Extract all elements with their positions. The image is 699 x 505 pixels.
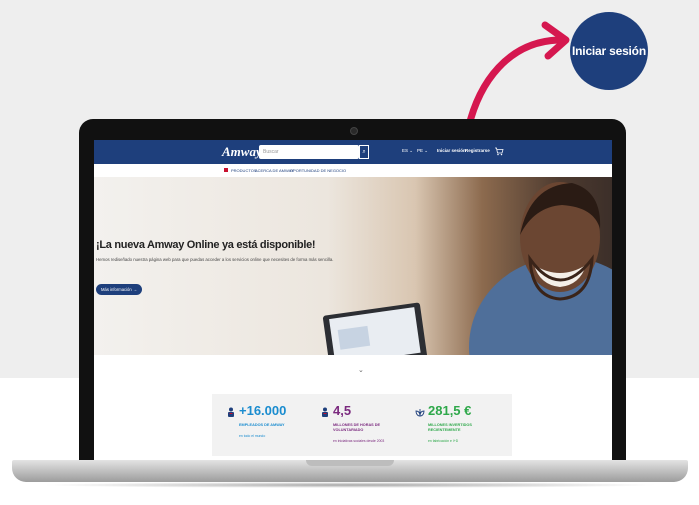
camera-icon bbox=[350, 127, 358, 135]
stat-value-volunteer: 4,5 bbox=[333, 403, 352, 418]
sub-navigation: PRODUCTOS ACERCA DE AMWAY OPORTUNIDAD DE… bbox=[94, 164, 612, 178]
stat-value-employees: +16.000 bbox=[239, 403, 287, 418]
stat-value-investment: 281,5 € bbox=[428, 403, 472, 418]
chevron-down-icon[interactable]: ⌄ bbox=[358, 366, 364, 374]
subnav-item-business[interactable]: OPORTUNIDAD DE NEGOCIO bbox=[290, 168, 346, 173]
stat-label-employees: EMPLEADOS DE AMWAY bbox=[239, 423, 285, 427]
hero-title: ¡La nueva Amway Online ya está disponibl… bbox=[96, 239, 316, 251]
laptop-shadow bbox=[40, 482, 660, 488]
login-link[interactable]: Iniciar sesión bbox=[437, 148, 466, 153]
hero-banner: ¡La nueva Amway Online ya está disponibl… bbox=[94, 177, 612, 355]
country-label: PE bbox=[417, 148, 424, 153]
people-icon bbox=[228, 407, 234, 417]
site-header: Amway Buscar ⌕ ES ⌄ PE ⌄ Iniciar sesión … bbox=[94, 140, 612, 164]
search-input[interactable]: Buscar bbox=[259, 145, 359, 159]
stats-panel: +16.000 EMPLEADOS DE AMWAY en todo el mu… bbox=[212, 394, 512, 456]
laptop-notch bbox=[306, 460, 394, 466]
hero-subtitle: Hemos rediseñado nuestra página web para… bbox=[96, 257, 334, 262]
more-info-button[interactable]: Más información → bbox=[96, 284, 142, 295]
language-select[interactable]: ES ⌄ bbox=[402, 148, 413, 154]
subnav-item-about[interactable]: ACERCA DE AMWAY bbox=[255, 168, 294, 173]
search-button[interactable]: ⌕ bbox=[359, 145, 369, 159]
signin-callout-badge: Iniciar sesión bbox=[570, 12, 648, 90]
hero-photo bbox=[322, 182, 612, 355]
gift-icon bbox=[224, 168, 228, 172]
laptop-screen: Amway Buscar ⌕ ES ⌄ PE ⌄ Iniciar sesión … bbox=[94, 140, 612, 462]
stat-sub-employees: en todo el mundo bbox=[239, 434, 266, 438]
hands-icon bbox=[322, 407, 328, 417]
signin-callout-label: Iniciar sesión bbox=[572, 44, 646, 58]
cart-icon[interactable] bbox=[494, 146, 504, 156]
language-label: ES bbox=[402, 148, 409, 153]
search-icon: ⌕ bbox=[362, 149, 366, 155]
stat-sub-investment: en fabricación e I+D bbox=[428, 439, 459, 443]
amway-logo[interactable]: Amway bbox=[222, 144, 262, 160]
stat-label-volunteer: MILLONES DE HORAS DE VOLUNTARIADO bbox=[333, 423, 381, 432]
stat-label-investment: MILLONES INVERTIDOS RECIENTEMENTE bbox=[428, 423, 472, 432]
stat-sub-volunteer: en iniciativas sociales desde 2003 bbox=[333, 439, 385, 443]
subnav-item-products[interactable]: PRODUCTOS bbox=[231, 168, 256, 173]
plant-icon bbox=[415, 409, 425, 417]
register-link[interactable]: Registrarse bbox=[465, 148, 490, 153]
country-select[interactable]: PE ⌄ bbox=[417, 148, 428, 154]
